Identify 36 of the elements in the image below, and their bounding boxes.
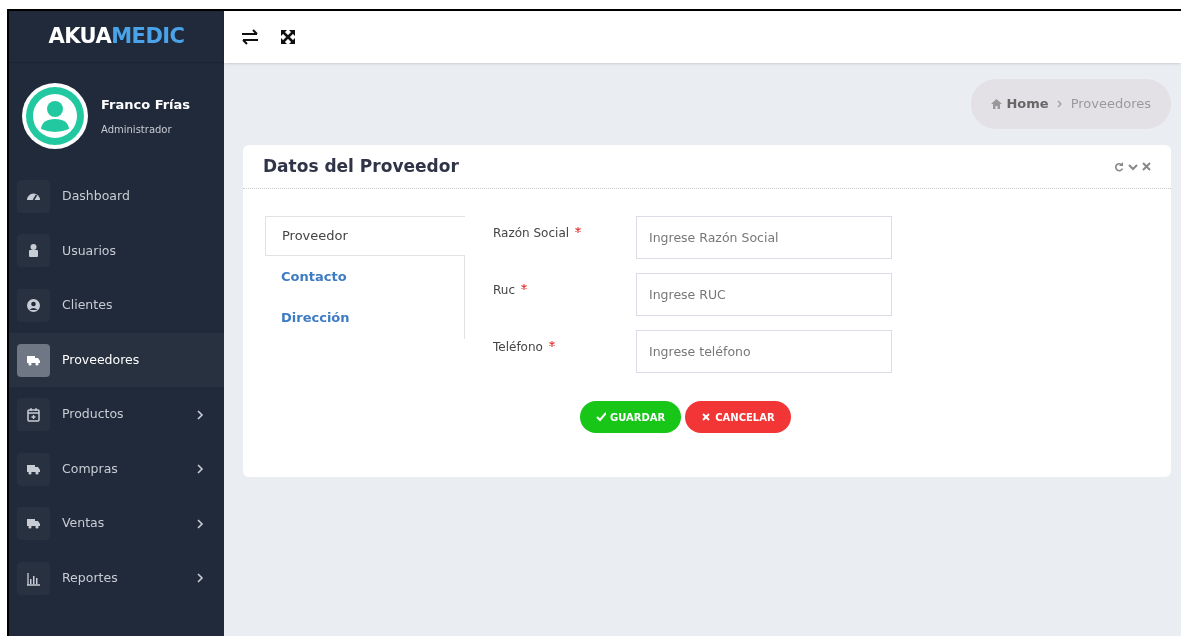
home-icon [991, 99, 1003, 109]
user-role: Administrador [101, 123, 173, 138]
card-title: Datos del Proveedor [263, 154, 459, 178]
user-circle-icon [26, 298, 41, 313]
sidebar-item[interactable]: Reportes [9, 551, 224, 606]
input-field[interactable]: Ingrese RUC [636, 273, 892, 316]
input-field[interactable]: Ingrese Razón Social [636, 216, 892, 259]
tab[interactable]: Dirección [265, 297, 464, 338]
chevron-down-icon[interactable] [1128, 161, 1138, 172]
sidebar-item[interactable]: Dashboard [9, 169, 224, 224]
user-name: Franco Frías [101, 95, 191, 114]
tab[interactable]: Proveedor [265, 216, 465, 256]
sidebar-item[interactable]: Ventas [9, 496, 224, 552]
sidebar-item[interactable]: Productos [9, 387, 224, 442]
sidebar-item[interactable]: Compras [9, 441, 224, 497]
cancel-button[interactable]: CANCELAR [685, 401, 791, 433]
field-label: Razón Social [493, 225, 570, 242]
fullscreen-icon[interactable] [280, 29, 296, 45]
field-label: Teléfono [493, 339, 543, 356]
chevron-right-icon [1056, 100, 1063, 108]
sidebar-item[interactable]: Clientes [9, 278, 224, 333]
sidebar-item[interactable]: Proveedores [9, 332, 224, 388]
check-icon [596, 412, 606, 422]
field-label: Ruc [493, 282, 515, 299]
avatar-icon [21, 82, 89, 150]
close-icon[interactable] [1142, 162, 1151, 171]
brand-logo: AKUAMEDIC [48, 22, 185, 50]
swap-arrows-icon[interactable] [240, 29, 260, 45]
refresh-icon[interactable] [1114, 161, 1124, 172]
calendar-icon [26, 407, 41, 423]
bar-chart-icon [26, 570, 41, 586]
sidebar-item[interactable]: Usuarios [9, 223, 224, 279]
tab[interactable]: Contacto [265, 256, 464, 297]
breadcrumb-link[interactable]: Home [1006, 94, 1049, 114]
input-field[interactable]: Ingrese teléfono [636, 330, 892, 373]
close-icon [701, 412, 712, 422]
